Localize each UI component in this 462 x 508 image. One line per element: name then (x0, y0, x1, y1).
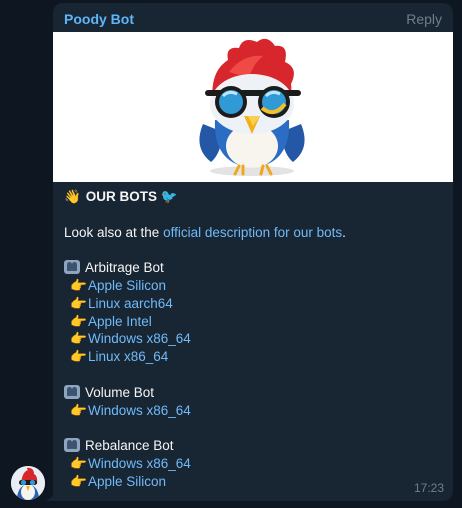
list-item: 👉Windows x86_64 (64, 330, 444, 348)
pointing-hand-icon: 👉 (70, 455, 87, 471)
pointing-hand-icon: 👉 (70, 473, 87, 489)
robot-icon (64, 438, 80, 453)
pointing-hand-icon: 👉 (70, 277, 87, 293)
intro-line: Look also at the official description fo… (64, 224, 444, 242)
list-item: 👉Windows x86_64 (64, 455, 444, 473)
bird-icon: 🐦 (160, 189, 178, 204)
intro-end: . (342, 224, 346, 240)
heading-line: 👋 OUR BOTS 🐦 (64, 188, 444, 206)
download-link-arbitrage-linux-x86[interactable]: Linux x86_64 (88, 349, 168, 364)
official-description-link[interactable]: official description for our bots (163, 225, 342, 240)
pointing-hand-icon: 👉 (70, 313, 87, 329)
download-link-volume-windows[interactable]: Windows x86_64 (88, 403, 191, 418)
message-image[interactable] (53, 32, 453, 182)
sender-name[interactable]: Poody Bot (64, 11, 134, 27)
download-link-arbitrage-linux-aarch64[interactable]: Linux aarch64 (88, 296, 173, 311)
message-bubble[interactable]: Poody Bot Reply 👋 OUR BOTS 🐦 Look also a… (53, 3, 453, 501)
robot-icon (64, 260, 80, 275)
download-link-arbitrage-apple-silicon[interactable]: Apple Silicon (88, 278, 166, 293)
woodpecker-mascot-icon (53, 32, 453, 182)
section-title: Arbitrage Bot (85, 260, 164, 276)
heading-text: OUR BOTS (85, 189, 158, 204)
reply-button[interactable]: Reply (406, 11, 442, 27)
bird-avatar-icon (11, 466, 45, 500)
intro-text: Look also at the (64, 224, 164, 240)
list-item: 👉Apple Intel (64, 313, 444, 331)
section-title-volume: Volume Bot (64, 384, 444, 402)
section-title-rebalance: Rebalance Bot (64, 437, 444, 455)
section-title: Rebalance Bot (85, 438, 174, 454)
chat-background: Poody Bot Reply 👋 OUR BOTS 🐦 Look also a… (0, 0, 462, 508)
download-link-rebalance-windows[interactable]: Windows x86_64 (88, 456, 191, 471)
download-link-arbitrage-apple-intel[interactable]: Apple Intel (88, 314, 152, 329)
list-item: 👉Linux aarch64 (64, 295, 444, 313)
list-item: 👉Linux x86_64 (64, 348, 444, 366)
message-timestamp: 17:23 (413, 481, 444, 495)
pointing-hand-icon: 👉 (70, 295, 87, 311)
sender-avatar[interactable] (11, 466, 45, 500)
download-link-arbitrage-windows[interactable]: Windows x86_64 (88, 331, 191, 346)
list-item: 👉Windows x86_64 (64, 402, 444, 420)
list-item: 👉Apple Silicon (64, 473, 444, 491)
list-item: 👉Apple Silicon (64, 277, 444, 295)
download-link-rebalance-apple-silicon[interactable]: Apple Silicon (88, 474, 166, 489)
waving-hand-icon: 👋 (64, 189, 81, 204)
section-title: Volume Bot (85, 384, 155, 400)
pointing-hand-icon: 👉 (70, 402, 87, 418)
message-header: Poody Bot Reply (64, 11, 442, 29)
section-title-arbitrage: Arbitrage Bot (64, 259, 444, 277)
message-text: 👋 OUR BOTS 🐦 Look also at the official d… (64, 188, 444, 491)
pointing-hand-icon: 👉 (70, 349, 87, 365)
pointing-hand-icon: 👉 (70, 331, 87, 347)
robot-icon (64, 384, 80, 399)
